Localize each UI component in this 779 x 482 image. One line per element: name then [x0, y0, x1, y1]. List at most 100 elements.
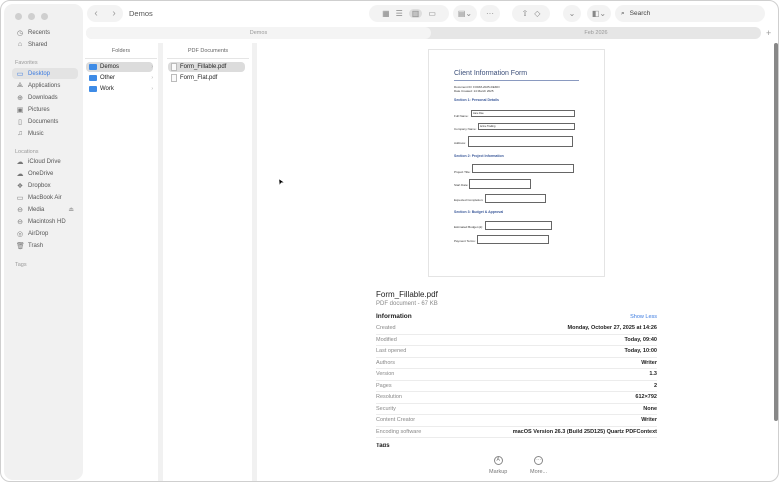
- info-value: None: [643, 405, 657, 412]
- sidebar-item-airdrop[interactable]: ◎ AirDrop: [12, 228, 78, 239]
- search-input[interactable]: ⌕ Search: [615, 5, 765, 22]
- column-scrollbar[interactable]: [158, 43, 163, 481]
- group-button[interactable]: ▤⌄: [453, 5, 477, 22]
- minimize-button[interactable]: [28, 13, 35, 20]
- sidebar-item-recents[interactable]: ◷ Recents: [12, 27, 78, 38]
- information-heading: Information: [376, 313, 412, 320]
- folder-icon: [89, 86, 97, 92]
- pdf-documents-column: PDF Documents Form_Fillable.pdf Form_Fla…: [165, 43, 251, 481]
- music-icon: ♫: [17, 130, 23, 137]
- markup-icon: A: [493, 456, 503, 465]
- info-key: Version: [376, 371, 395, 378]
- share-icon[interactable]: ⇧: [522, 9, 529, 18]
- folder-row-other[interactable]: Other ›: [86, 73, 153, 83]
- desktop-icon: ▭: [16, 70, 24, 78]
- sidebar-item-dropbox[interactable]: ❖ Dropbox: [12, 180, 78, 191]
- form-field: [472, 164, 574, 173]
- more-button[interactable]: ··· More...: [530, 456, 547, 475]
- info-value: Today, 09:40: [624, 336, 657, 343]
- preview-toggle-button[interactable]: ◧⌄: [587, 5, 611, 22]
- list-view-icon[interactable]: ☰: [396, 9, 403, 18]
- markup-button[interactable]: A Markup: [489, 456, 507, 475]
- form-field: [469, 179, 531, 189]
- info-key: Modified: [376, 336, 397, 343]
- info-value: 2: [653, 382, 657, 389]
- chevron-down-icon: ⌄: [568, 9, 576, 18]
- zoom-button[interactable]: [41, 13, 48, 20]
- trash-icon: 🗑: [16, 242, 25, 250]
- download-icon: ⊕: [17, 94, 23, 102]
- form-label: Full Name:: [454, 114, 469, 118]
- sidebar-item-macbook-air[interactable]: ▭ MacBook Air: [12, 192, 78, 203]
- new-tab-button[interactable]: +: [766, 28, 771, 38]
- sidebar-item-pictures[interactable]: ▣ Pictures: [12, 104, 78, 115]
- sidebar-item-desktop[interactable]: ▭ Desktop: [12, 68, 78, 79]
- info-key: Authors: [376, 359, 395, 366]
- preview-scrollbar[interactable]: [774, 43, 778, 421]
- sidebar-item-documents[interactable]: ▯ Documents: [12, 116, 78, 127]
- tab-feb-2026[interactable]: Feb 2026: [431, 27, 761, 39]
- finder-window: ◷ Recents ⌂ Shared Favorites ▭ Desktop ⟁ App…: [0, 0, 779, 482]
- document-icon: ▯: [18, 118, 22, 126]
- form-title: Client Information Form: [454, 70, 528, 77]
- info-value: Today, 10:00: [624, 348, 657, 355]
- pdf-file-icon: [171, 74, 177, 82]
- view-switcher: ▦ ☰ ▥ ▭: [369, 5, 449, 22]
- form-label: Expected Completion:: [454, 198, 484, 202]
- back-button[interactable]: ‹: [94, 8, 97, 19]
- gallery-view-icon[interactable]: ▭: [428, 9, 436, 18]
- preview-pane-icon: ◧⌄: [591, 9, 607, 18]
- sidebar-item-trash[interactable]: 🗑 Trash: [12, 240, 78, 251]
- search-icon: ⌕: [621, 9, 625, 17]
- info-key: Pages: [376, 382, 392, 389]
- dropdown-button[interactable]: ⌄: [563, 5, 581, 22]
- sidebar-item-downloads[interactable]: ⊕ Downloads: [12, 92, 78, 103]
- folder-icon: [89, 64, 97, 70]
- file-row-form-flat[interactable]: Form_Flat.pdf: [168, 73, 245, 83]
- sidebar-item-onedrive[interactable]: ☁ OneDrive: [12, 168, 78, 179]
- close-button[interactable]: [15, 13, 22, 20]
- info-row: Content Creator Writer: [376, 415, 657, 427]
- sidebar-item-icloud[interactable]: ☁ iCloud Drive: [12, 156, 78, 167]
- tags-heading: Tags: [15, 262, 27, 268]
- applications-icon: ⟁: [16, 81, 24, 89]
- favorites-heading: Favorites: [15, 60, 38, 66]
- column-view-icon[interactable]: ▥: [408, 9, 423, 18]
- file-kind-size: PDF document - 67 KB: [376, 301, 438, 307]
- sidebar-item-macintosh-hd[interactable]: ⊖ Macintosh HD: [12, 216, 78, 227]
- forward-button[interactable]: ›: [112, 8, 115, 19]
- info-value: Monday, October 27, 2025 at 14:26: [567, 325, 657, 332]
- eject-icon[interactable]: ⏏: [68, 206, 74, 213]
- folders-column: Folders Demos › Other › Work ›: [83, 43, 159, 481]
- info-row: Encoding software macOS Version 26.3 (Bui…: [376, 427, 657, 438]
- column-scrollbar[interactable]: [252, 43, 257, 481]
- info-value: 1.3: [649, 371, 657, 378]
- group-icon: ▤⌄: [457, 9, 473, 18]
- info-row: Pages 2: [376, 381, 657, 392]
- info-row: Authors Writer: [376, 358, 657, 369]
- sidebar-item-applications[interactable]: ⟁ Applications: [12, 80, 78, 91]
- nav-buttons: ‹ ›: [87, 5, 123, 22]
- shared-folder-icon: ⌂: [17, 41, 23, 48]
- sidebar-item-shared[interactable]: ⌂ Shared: [12, 39, 78, 50]
- file-row-form-fillable[interactable]: Form_Fillable.pdf: [168, 62, 245, 72]
- form-section: Section 2: Project Information: [454, 154, 504, 158]
- mouse-cursor-icon: ➤: [275, 177, 286, 187]
- form-meta: Date Created: 14 March 2025: [454, 89, 494, 93]
- info-key: Content Creator: [376, 417, 416, 424]
- tab-bar: Demos Feb 2026: [86, 27, 761, 39]
- folder-row-demos[interactable]: Demos ›: [86, 62, 153, 72]
- tag-icon[interactable]: ◇: [534, 9, 540, 18]
- sidebar-item-media[interactable]: ⊖ Media ⏏: [12, 204, 78, 215]
- sidebar-item-music[interactable]: ♫ Music: [12, 128, 78, 139]
- locations-heading: Locations: [15, 149, 39, 155]
- chevron-right-icon: ›: [151, 86, 153, 92]
- show-less-link[interactable]: Show Less: [630, 314, 657, 320]
- info-row: Version 1.3: [376, 369, 657, 381]
- more-actions-button[interactable]: ···: [480, 5, 500, 22]
- window-controls: [15, 13, 48, 20]
- icon-view-icon[interactable]: ▦: [382, 9, 390, 18]
- info-panel: Form_Fillable.pdf PDF document - 67 KB I…: [376, 290, 657, 447]
- folder-row-work[interactable]: Work ›: [86, 84, 153, 94]
- tab-demos[interactable]: Demos: [86, 27, 431, 39]
